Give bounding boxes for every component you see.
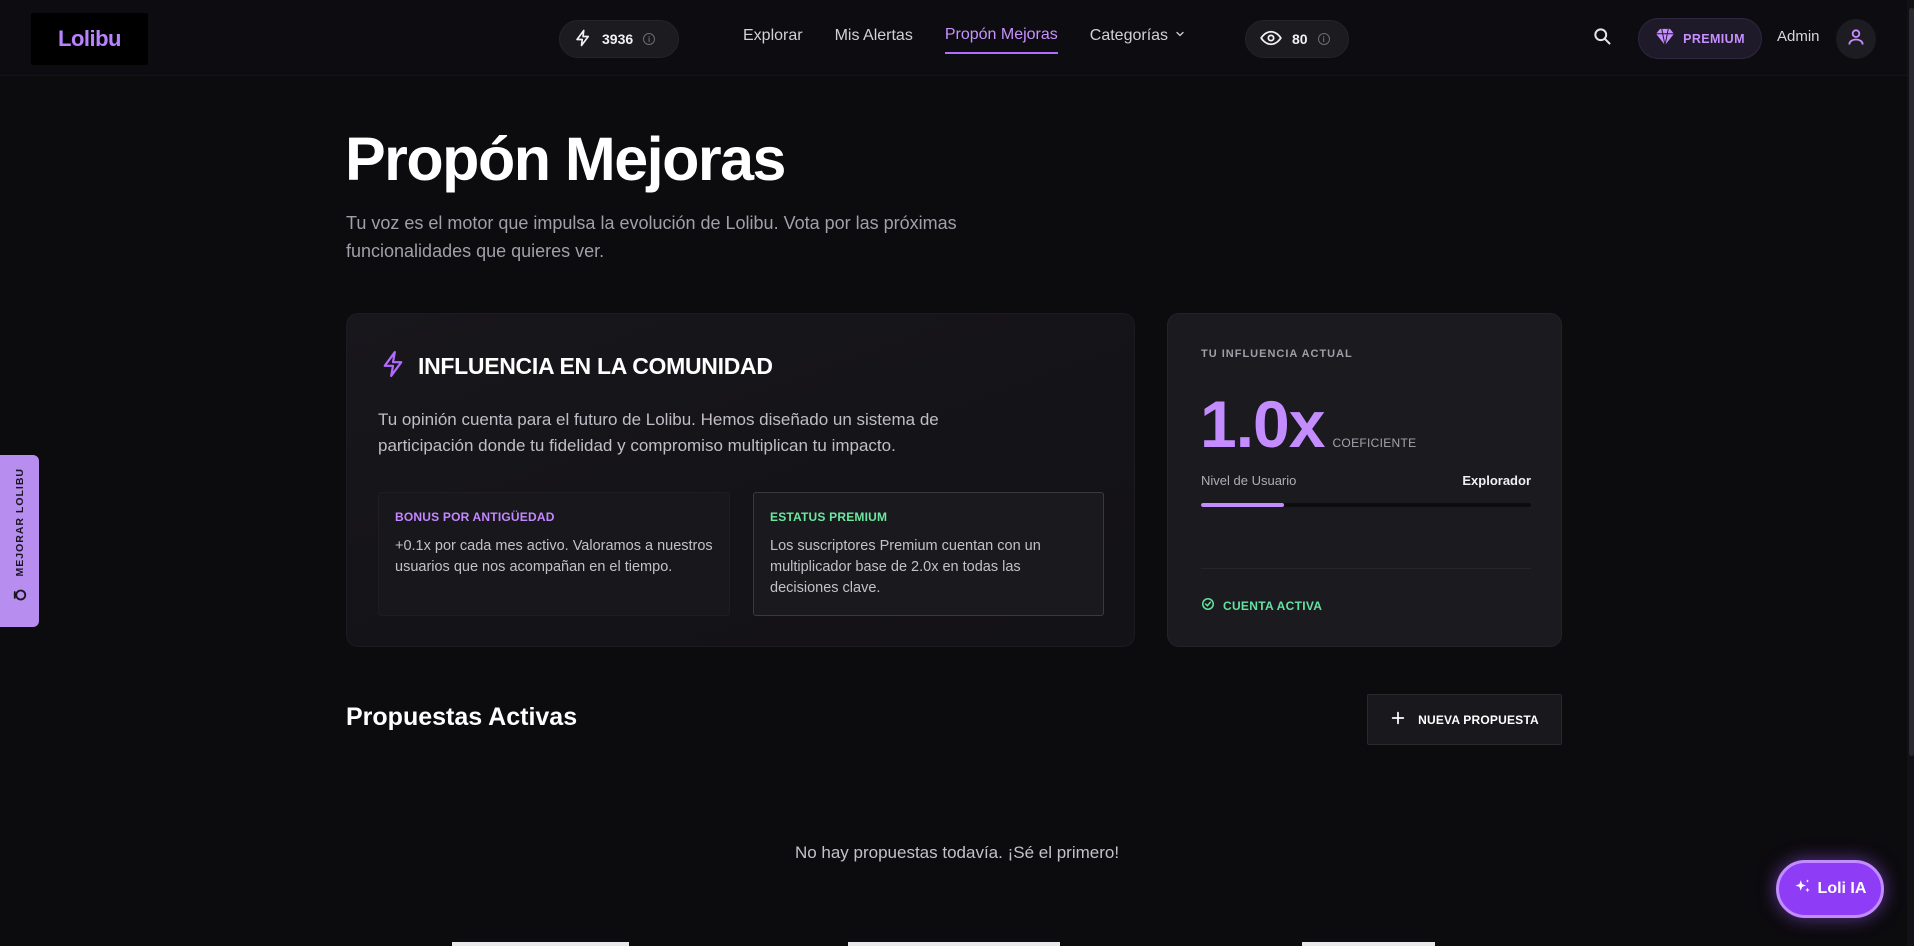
- lightning-icon: [574, 28, 592, 51]
- user-level-value: Explorador: [1462, 473, 1531, 488]
- views-value: 80: [1292, 31, 1308, 47]
- footer-peek: [1302, 942, 1435, 946]
- views-pill[interactable]: 80 i: [1245, 20, 1349, 58]
- loli-ia-button[interactable]: Loli IA: [1776, 860, 1884, 918]
- user-name[interactable]: Admin: [1777, 28, 1820, 45]
- search-button[interactable]: [1590, 26, 1614, 50]
- box-title: BONUS POR ANTIGÜEDAD: [395, 510, 555, 524]
- footer-peek: [848, 942, 1060, 946]
- empty-proposals-message: No hay propuestas todavía. ¡Sé el primer…: [794, 843, 1120, 862]
- top-navigation-bar: Lolibu 3936 i Explorar Mis Alertas Propó…: [0, 0, 1914, 76]
- nav-item-mis-alertas[interactable]: Mis Alertas: [835, 26, 913, 54]
- check-circle-icon: [1201, 597, 1215, 614]
- current-influence-card: TU INFLUENCIA ACTUAL 1.0x COEFICIENTE Ni…: [1167, 313, 1562, 647]
- coefficient-value: 1.0x: [1200, 387, 1325, 461]
- card-title: INFLUENCIA EN LA COMUNIDAD: [418, 353, 773, 379]
- lightning-icon: [382, 350, 404, 383]
- active-proposals-title: Propuestas Activas: [346, 703, 578, 731]
- community-influence-card: INFLUENCIA EN LA COMUNIDAD Tu opinión cu…: [346, 313, 1135, 647]
- info-icon[interactable]: i: [643, 33, 656, 45]
- box-title: ESTATUS PREMIUM: [770, 510, 888, 524]
- search-icon: [1592, 26, 1612, 51]
- box-text: Los suscriptores Premium cuentan con un …: [770, 538, 1041, 596]
- eye-icon: [1260, 30, 1282, 49]
- premium-status-box: ESTATUS PREMIUM Los suscriptores Premium…: [753, 492, 1104, 616]
- current-influence-label: TU INFLUENCIA ACTUAL: [1201, 348, 1353, 360]
- seniority-bonus-box: BONUS POR ANTIGÜEDAD +0.1x por cada mes …: [378, 492, 730, 616]
- nav-item-explorar[interactable]: Explorar: [743, 26, 803, 54]
- scrollbar-thumb[interactable]: [1909, 8, 1914, 756]
- main-nav: Explorar Mis Alertas Propón Mejoras Cate…: [743, 26, 1186, 54]
- chevron-down-icon: [1174, 27, 1186, 45]
- page-title: Propón Mejoras: [345, 125, 786, 193]
- nav-item-categorias[interactable]: Categorías: [1090, 26, 1186, 54]
- nav-item-propon-mejoras[interactable]: Propón Mejoras: [944, 26, 1058, 54]
- coefficient-unit: COEFICIENTE: [1332, 436, 1417, 450]
- diamond-icon: [1655, 28, 1675, 49]
- points-value: 3936: [602, 31, 634, 47]
- level-progress-fill: [1201, 503, 1284, 507]
- plus-icon: [1390, 710, 1406, 729]
- points-pill[interactable]: 3936 i: [559, 20, 679, 58]
- level-progress-bar: [1201, 503, 1531, 507]
- user-level-row: Nivel de Usuario Explorador: [1201, 473, 1531, 488]
- account-status: CUENTA ACTIVA: [1201, 597, 1322, 614]
- sparkles-icon: [1794, 878, 1812, 901]
- card-description: Tu opinión cuenta para el futuro de Loli…: [378, 410, 939, 455]
- divider: [1201, 568, 1531, 569]
- logo[interactable]: Lolibu: [31, 13, 148, 65]
- card-header: INFLUENCIA EN LA COMUNIDAD: [382, 350, 773, 383]
- improve-lolibu-tab[interactable]: MEJORAR LOLIBU: [0, 455, 39, 627]
- page-subtitle: Tu voz es el motor que impulsa la evoluc…: [346, 213, 957, 261]
- info-icon[interactable]: i: [1317, 33, 1330, 45]
- box-text: +0.1x por cada mes activo. Valoramos a n…: [395, 538, 713, 575]
- lightbulb-icon: [11, 586, 29, 609]
- side-tab-label: MEJORAR LOLIBU: [13, 467, 26, 577]
- influence-coefficient: 1.0x COEFICIENTE: [1200, 386, 1416, 462]
- avatar[interactable]: [1836, 19, 1876, 59]
- user-level-label: Nivel de Usuario: [1201, 473, 1297, 488]
- footer-peek: [452, 942, 629, 946]
- user-icon: [1846, 27, 1866, 52]
- new-proposal-button[interactable]: NUEVA PROPUESTA: [1367, 694, 1562, 745]
- premium-button[interactable]: PREMIUM: [1638, 18, 1762, 59]
